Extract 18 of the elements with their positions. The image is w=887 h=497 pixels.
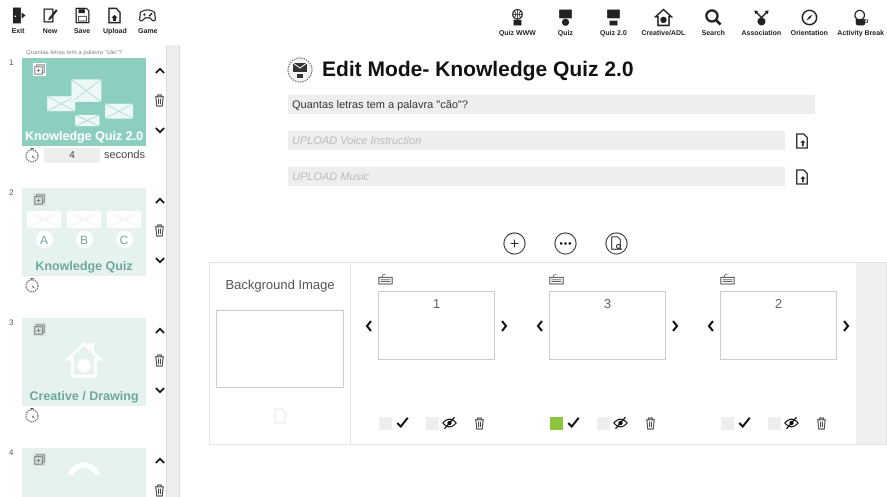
duration-field[interactable]: 4: [44, 148, 100, 162]
page-title: Edit Mode- Knowledge Quiz 2.0: [322, 58, 634, 82]
answer-box[interactable]: 2: [720, 291, 837, 360]
background-image-label: Background Image: [225, 277, 335, 292]
option-letter: A: [36, 231, 52, 248]
slide-number: 3: [8, 318, 14, 329]
slide-number: 1: [8, 58, 14, 69]
duration-unit: seconds: [104, 149, 145, 161]
option-letter: B: [76, 231, 92, 248]
slide-title: Creative / Drawing: [28, 389, 140, 405]
slide-number: 4: [8, 448, 14, 459]
slide-title: Knowledge Quiz 2.0: [24, 129, 144, 145]
question-field[interactable]: Quantas letras tem a palavra "cão"?: [288, 95, 815, 114]
slide-title: Knowledge Quiz: [34, 259, 134, 275]
answer-box[interactable]: 1: [378, 291, 495, 360]
answer-box[interactable]: 3: [549, 291, 666, 360]
slide-number: 2: [8, 188, 14, 199]
option-letter: C: [116, 231, 132, 248]
